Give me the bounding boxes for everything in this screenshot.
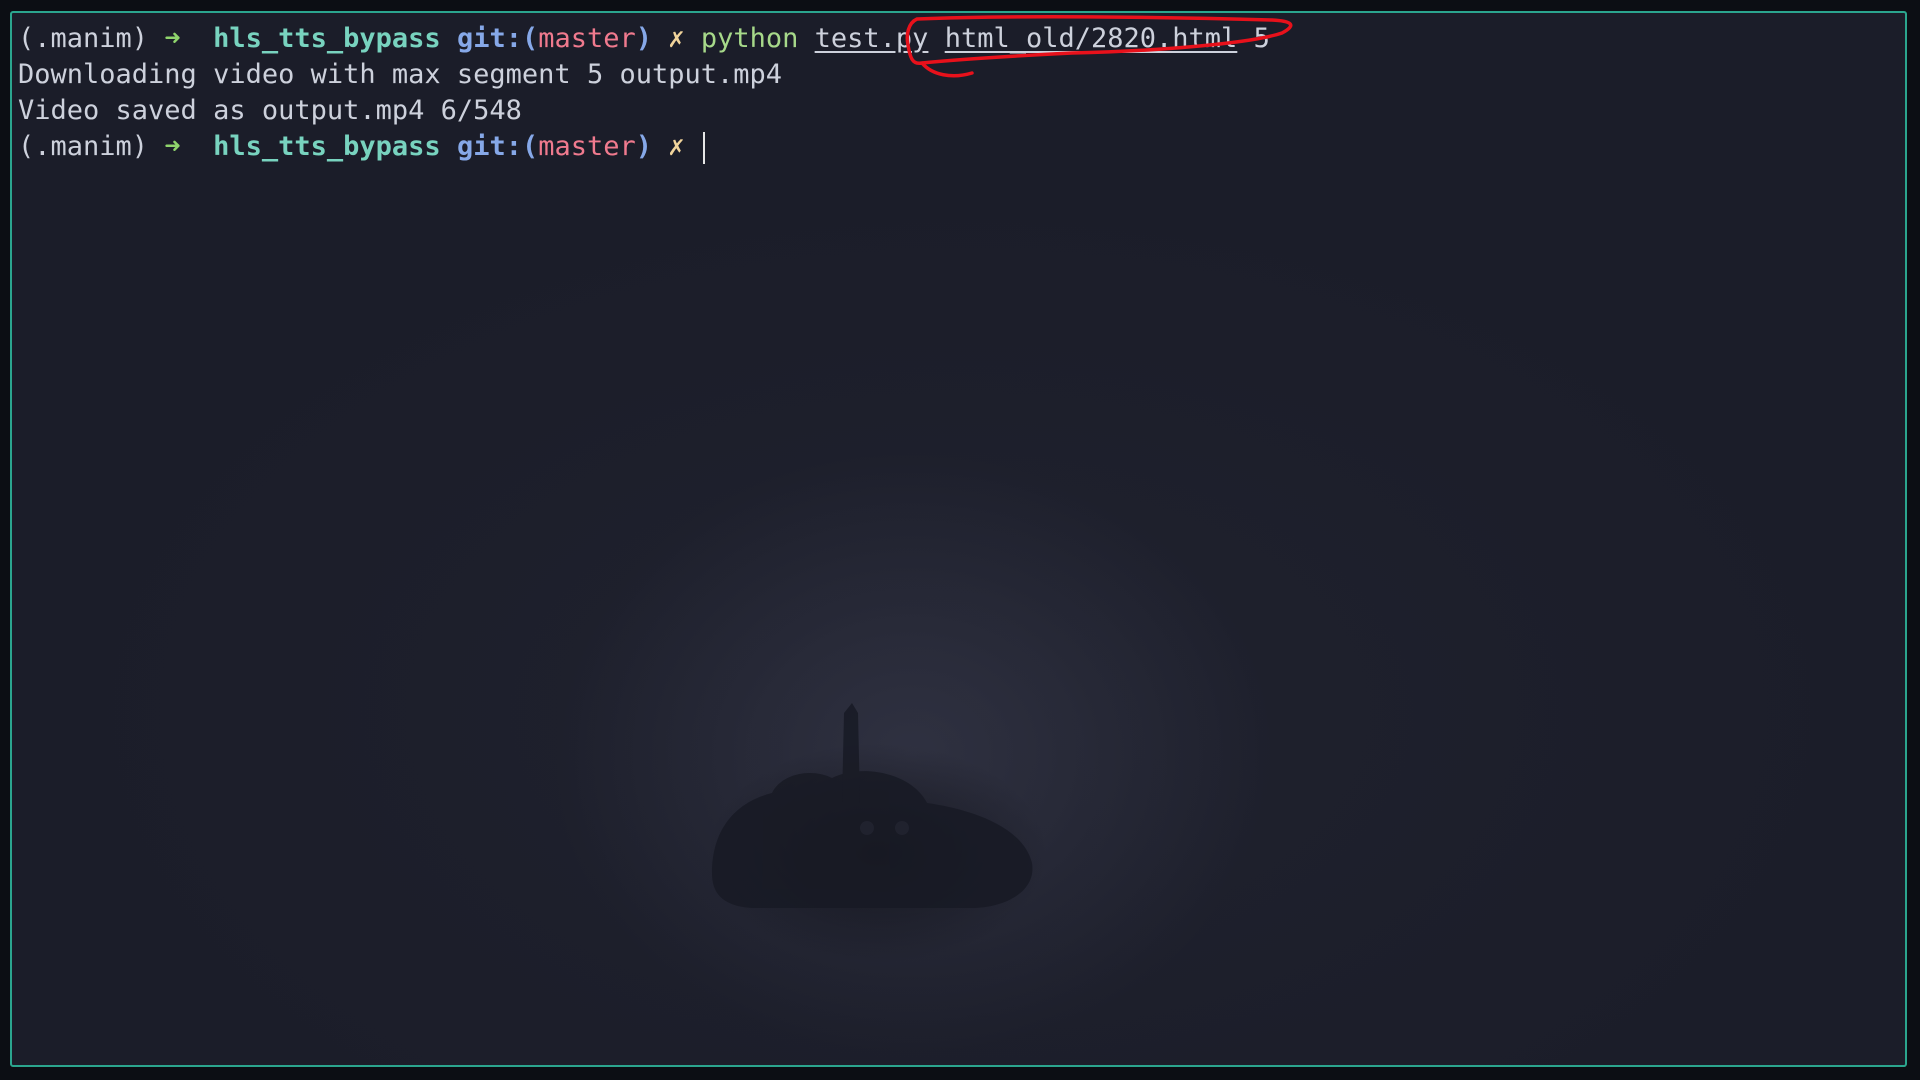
output-line-downloading: Downloading video with max segment 5 out… [18,59,783,90]
git-label-close: ) [635,23,653,54]
prompt-line-active[interactable]: (.manim) ➜ hls_tts_bypass git:(master) ✗ [18,129,1899,165]
current-directory: hls_tts_bypass [213,131,441,162]
git-label: git:( [456,131,539,162]
segment-count-argument: 5 [1253,23,1270,54]
command-name: python [700,23,799,54]
virtualenv-label: (.manim) [18,23,149,54]
terminal-window[interactable]: (.manim) ➜ hls_tts_bypass git:(master) ✗… [10,11,1907,1067]
git-label: git:( [456,23,539,54]
terminal-output[interactable]: (.manim) ➜ hls_tts_bypass git:(master) ✗… [18,21,1899,165]
file-path-argument: html_old/2820.html [944,23,1238,54]
dirty-status-icon: ✗ [668,131,685,162]
prompt-arrow-icon: ➜ [164,23,181,54]
prompt-arrow-icon: ➜ [164,131,181,162]
current-directory: hls_tts_bypass [213,23,441,54]
wallpaper-silhouette [712,703,1033,908]
red-highlight-annotation [905,15,1293,78]
virtualenv-label: (.manim) [18,131,149,162]
git-label-close: ) [635,131,653,162]
git-branch: master [538,23,636,54]
text-cursor[interactable] [702,131,705,164]
git-branch: master [538,131,636,162]
output-line-saved: Video saved as output.mp4 6/548 [18,95,522,126]
prompt-line-command: (.manim) ➜ hls_tts_bypass git:(master) ✗… [18,21,1899,57]
dirty-status-icon: ✗ [668,23,685,54]
script-argument: test.py [814,23,929,54]
